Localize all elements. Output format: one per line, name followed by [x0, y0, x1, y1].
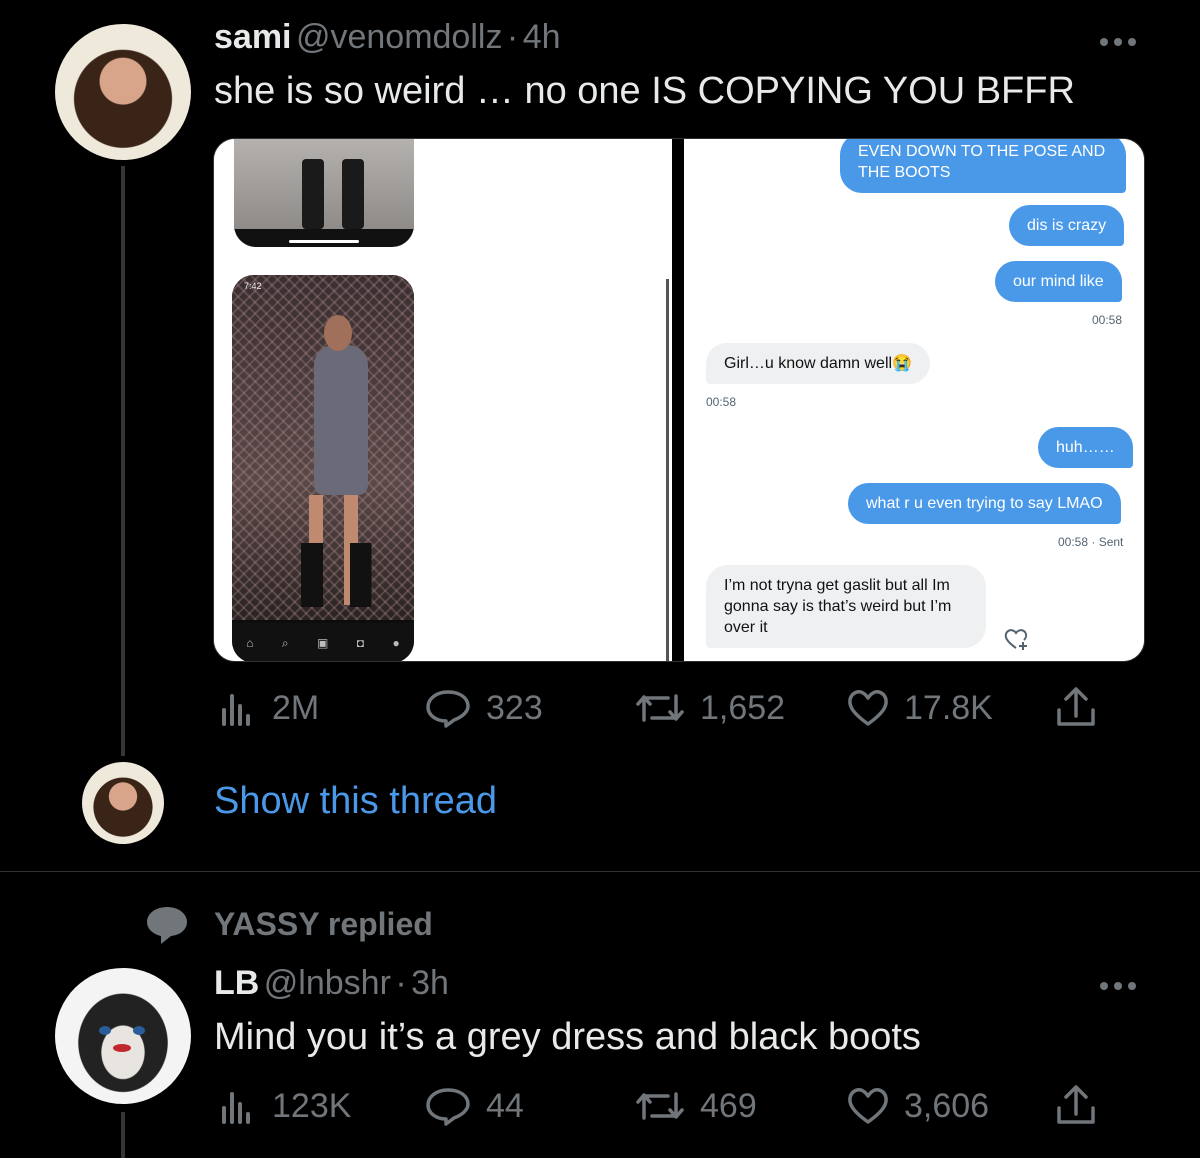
- share-icon: [1057, 687, 1095, 726]
- search-icon: ⌕: [281, 635, 289, 650]
- tweet1-name[interactable]: sami: [214, 18, 292, 56]
- chat-bubble-4: Girl…u know damn well😭: [706, 343, 930, 384]
- reply-icon: [426, 1088, 470, 1126]
- more-icon-2[interactable]: [1100, 982, 1136, 990]
- scrollbar: [666, 279, 669, 661]
- avatar-sami-small[interactable]: [82, 762, 164, 844]
- tweet2-views-count: 123K: [272, 1086, 352, 1125]
- tweet-divider: [0, 871, 1200, 872]
- views-icon: [222, 694, 250, 726]
- retweet-icon: [636, 694, 684, 722]
- speech-bubble-icon: [144, 904, 190, 951]
- tweet1-retweet[interactable]: 1,652: [634, 688, 785, 728]
- tweet2-dot: ·: [395, 964, 407, 1002]
- tweet2-retweet-count: 469: [700, 1086, 757, 1125]
- chat-bubble-5: huh……: [1038, 427, 1133, 468]
- tweet2-text: Mind you it’s a grey dress and black boo…: [214, 1016, 921, 1058]
- phone-navbar: ⌂ ⌕ ▣ ◘ ●: [232, 623, 414, 661]
- show-thread-link[interactable]: Show this thread: [214, 780, 497, 823]
- tweet2-time[interactable]: 3h: [411, 964, 449, 1002]
- tweet2-views[interactable]: 123K: [218, 1086, 351, 1126]
- chat-bubble-1: EVEN DOWN TO THE POSE AND THE BOOTS: [840, 139, 1126, 193]
- tweet1-text: she is so weird … no one IS COPYING YOU …: [214, 70, 1075, 112]
- tweet2-handle[interactable]: @lnbshr: [264, 964, 391, 1002]
- reply-context: YASSY replied: [214, 906, 433, 942]
- tweet2-share[interactable]: [1054, 1084, 1098, 1126]
- chat-bubble-6: what r u even trying to say LMAO: [848, 483, 1121, 524]
- tweet1-views[interactable]: 2M: [218, 688, 319, 728]
- media-left-pane: 7:42 ⌂ ⌕ ▣ ◘ ●: [214, 139, 672, 661]
- tweet1-handle[interactable]: @venomdollz: [296, 18, 503, 56]
- reply-icon: [426, 690, 470, 728]
- tweet2-name[interactable]: LB: [214, 964, 259, 1002]
- phone-screenshot-top: [234, 139, 414, 247]
- tweet1-like-count: 17.8K: [904, 688, 993, 727]
- tweet1-header: sami @venomdollz · 4h: [214, 18, 561, 57]
- retweet-icon: [636, 1092, 684, 1120]
- avatar-sami[interactable]: [55, 24, 191, 160]
- phone-screenshot-photo: 7:42 ⌂ ⌕ ▣ ◘ ●: [232, 275, 414, 661]
- more-icon[interactable]: [1100, 38, 1136, 46]
- media-divider: [672, 139, 684, 661]
- thread-connector: [121, 166, 125, 756]
- tweet2-reply[interactable]: 44: [424, 1086, 524, 1126]
- home-icon: ⌂: [246, 636, 254, 650]
- views-icon: [222, 1092, 250, 1124]
- tweet2-header: LB @lnbshr · 3h: [214, 964, 449, 1003]
- tweet1-time[interactable]: 4h: [523, 18, 561, 56]
- chat-timestamp-2: 00:58: [706, 395, 737, 409]
- reels-icon: ▣: [317, 636, 329, 650]
- tweet1-share[interactable]: [1054, 686, 1098, 728]
- like-icon: [848, 1088, 888, 1124]
- chat-bubble-3: our mind like: [995, 261, 1122, 302]
- tweet2-like[interactable]: 3,606: [846, 1086, 989, 1126]
- chat-bubble-7: I’m not tryna get gaslit but all Im gonn…: [706, 565, 986, 648]
- tweet1-like[interactable]: 17.8K: [846, 688, 993, 728]
- like-icon: [848, 690, 888, 726]
- chat-timestamp-1: 00:58: [1092, 313, 1123, 327]
- chat-timestamp-3: 00:58 · Sent: [1058, 535, 1124, 549]
- tweet1-reply[interactable]: 323: [424, 688, 543, 728]
- tweet1-views-count: 2M: [272, 688, 320, 727]
- tweet2-reply-count: 44: [486, 1086, 524, 1125]
- avatar-lb[interactable]: [55, 968, 191, 1104]
- share-icon: [1057, 1085, 1095, 1124]
- tweet1-reply-count: 323: [486, 688, 543, 727]
- tweet2-retweet[interactable]: 469: [634, 1086, 757, 1126]
- tweet1-dot: ·: [506, 18, 519, 56]
- phone-status-time: 7:42: [244, 281, 262, 291]
- chat-bubble-2: dis is crazy: [1009, 205, 1125, 246]
- tweet1-retweet-count: 1,652: [700, 688, 786, 727]
- profile-icon: ●: [392, 636, 400, 650]
- thread-connector-2: [121, 1112, 125, 1158]
- react-heart-icon: [1002, 627, 1030, 651]
- shop-icon: ◘: [356, 636, 365, 650]
- tweet1-media[interactable]: 7:42 ⌂ ⌕ ▣ ◘ ● EVEN DOWN TO THE POSE AND…: [213, 138, 1145, 662]
- tweet2-like-count: 3,606: [904, 1086, 990, 1125]
- media-right-pane: EVEN DOWN TO THE POSE AND THE BOOTS dis …: [684, 139, 1144, 661]
